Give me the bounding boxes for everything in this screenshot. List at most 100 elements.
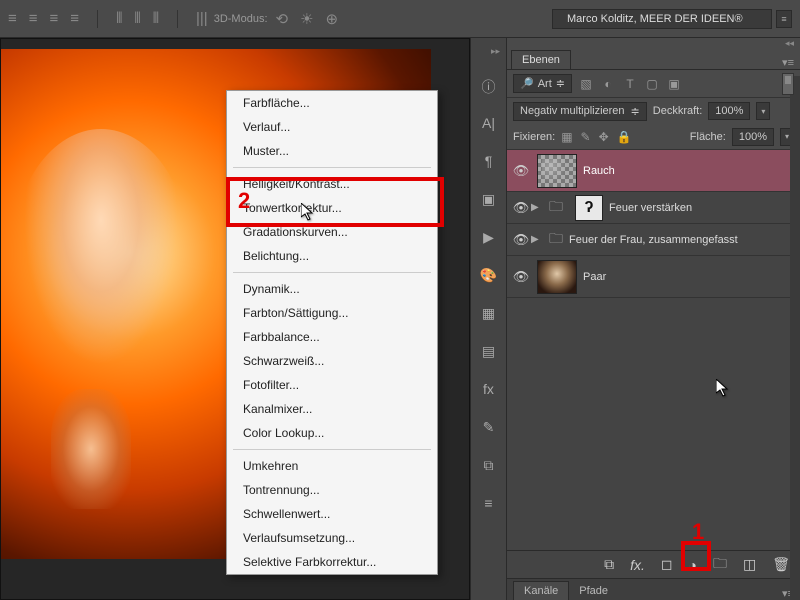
panel-collapse-icon[interactable]: ◂◂ <box>507 38 800 50</box>
lock-label: Fixieren: <box>513 131 555 143</box>
paragraph-icon[interactable]: ¶ <box>480 153 498 171</box>
opacity-field[interactable]: 100% <box>708 102 750 120</box>
menu-item-verlaufsumsetzung[interactable]: Verlaufsumsetzung... <box>227 526 437 550</box>
layer-row-paar[interactable]: 👁 Paar <box>507 256 800 298</box>
layer-row-rauch[interactable]: 👁 Rauch <box>507 150 800 192</box>
panel-menu-icon[interactable]: ▾≡ <box>782 56 800 69</box>
new-layer-icon[interactable]: ◫ <box>743 556 756 573</box>
menu-item-schwellenwert[interactable]: Schwellenwert... <box>227 502 437 526</box>
tab-paths[interactable]: Pfade <box>569 582 618 600</box>
styles-icon[interactable]: fx <box>480 381 498 399</box>
menu-item-umkehren[interactable]: Umkehren <box>227 454 437 478</box>
visibility-eye-icon[interactable]: 👁 <box>511 232 531 248</box>
menu-item-selektive-farbe[interactable]: Selektive Farbkorrektur... <box>227 550 437 574</box>
distribute-icon[interactable]: ⫴ <box>116 10 122 28</box>
fill-label: Fläche: <box>690 131 726 143</box>
filter-shape-icon[interactable]: ▢ <box>644 77 660 91</box>
menu-item-farbbalance[interactable]: Farbbalance... <box>227 325 437 349</box>
visibility-eye-icon[interactable]: 👁 <box>511 163 531 179</box>
align-icon[interactable]: ≡ <box>29 10 38 28</box>
opacity-label: Deckkraft: <box>653 105 703 117</box>
layer-group-feuer-frau[interactable]: 👁 ▶ 🗀 Feuer der Frau, zusammengefasst <box>507 224 800 256</box>
disclosure-triangle-icon[interactable]: ▶ <box>531 202 543 213</box>
lock-transparency-icon[interactable]: ▦ <box>561 130 572 144</box>
layer-group-feuer-verstaerken[interactable]: 👁 ▶ 🗀 ʔ Feuer verstärken <box>507 192 800 224</box>
filter-kind-select[interactable]: 🔎Art≑ <box>513 74 572 93</box>
play-icon[interactable]: ▶ <box>480 229 498 247</box>
layer-thumbnail[interactable] <box>537 260 577 294</box>
fx-icon[interactable]: fx. <box>630 557 645 573</box>
menu-item-fotofilter[interactable]: Fotofilter... <box>227 373 437 397</box>
layers-comp-icon[interactable]: ▣ <box>480 191 498 209</box>
lock-position-icon[interactable]: ✥ <box>599 130 609 144</box>
visibility-eye-icon[interactable]: 👁 <box>511 269 531 285</box>
adjustment-layer-icon[interactable]: ◑ <box>689 557 697 573</box>
layer-name: Rauch <box>583 165 796 177</box>
disclosure-triangle-icon[interactable]: ▶ <box>531 234 543 245</box>
align-icon[interactable]: ≡ <box>50 10 59 28</box>
distribute-icon[interactable]: ⫴ <box>134 10 140 28</box>
blend-mode-value: Negativ multiplizieren <box>520 105 625 117</box>
fill-field[interactable]: 100% <box>732 128 774 146</box>
trash-icon[interactable]: 🗑 <box>772 556 790 573</box>
workspace-name[interactable]: Marco Kolditz, MEER DER IDEEN® <box>552 9 772 29</box>
annotation-number-2: 2 <box>238 188 250 214</box>
menu-item-schwarzweiss[interactable]: Schwarzweiß... <box>227 349 437 373</box>
filter-toggle-switch[interactable] <box>782 73 794 95</box>
vertical-scrollbar[interactable] <box>790 76 800 600</box>
layer-mask-thumbnail[interactable]: ʔ <box>575 195 603 221</box>
link-layers-icon[interactable]: ⧉ <box>604 556 614 573</box>
filter-adjustment-icon[interactable]: ◐ <box>600 77 616 91</box>
mask-icon[interactable]: ◻ <box>661 556 673 573</box>
menu-item-verlauf[interactable]: Verlauf... <box>227 115 437 139</box>
tab-layers[interactable]: Ebenen <box>511 50 571 69</box>
brush-icon[interactable]: ✎ <box>480 419 498 437</box>
orbit-icon[interactable]: ⟲ <box>276 10 289 28</box>
swatches-icon[interactable]: ▦ <box>480 305 498 323</box>
alignment-tools: ≡ ≡ ≡ ≡ ⫴ ⫴ ⫴ ||| <box>8 10 208 28</box>
new-group-icon[interactable]: 🗀 <box>713 553 727 577</box>
menu-item-muster[interactable]: Muster... <box>227 139 437 163</box>
timeline-icon[interactable]: ≡ <box>480 495 498 513</box>
brush-settings-icon[interactable]: ⧉ <box>480 457 498 475</box>
globe-icon[interactable]: ⊕ <box>326 10 339 28</box>
menu-item-belichtung[interactable]: Belichtung... <box>227 244 437 268</box>
menu-item-dynamik[interactable]: Dynamik... <box>227 277 437 301</box>
adjustments-icon[interactable]: ▤ <box>480 343 498 361</box>
filter-kind-value: Art <box>538 78 552 90</box>
workspace-dropdown-icon[interactable]: ≡ <box>776 10 792 28</box>
light-icon[interactable]: ☀ <box>300 10 313 28</box>
menu-item-kanalmixer[interactable]: Kanalmixer... <box>227 397 437 421</box>
menu-item-gradation[interactable]: Gradationskurven... <box>227 220 437 244</box>
distribute-icon[interactable]: ⫴ <box>153 10 159 28</box>
menu-item-tontrennung[interactable]: Tontrennung... <box>227 478 437 502</box>
menu-item-farbflaeche[interactable]: Farbfläche... <box>227 91 437 115</box>
layer-thumbnail[interactable] <box>537 154 577 188</box>
info-icon[interactable]: ⓘ <box>480 77 498 95</box>
lock-brush-icon[interactable]: ✎ <box>581 130 591 144</box>
filter-pixel-icon[interactable]: ▧ <box>578 77 594 91</box>
menu-item-farbton[interactable]: Farbton/Sättigung... <box>227 301 437 325</box>
tab-channels[interactable]: Kanäle <box>513 581 569 600</box>
layer-name: Paar <box>583 271 796 283</box>
opacity-dropdown-icon[interactable]: ▾ <box>756 102 770 120</box>
folder-icon: 🗀 <box>549 196 563 220</box>
align-icon[interactable]: ≡ <box>8 10 17 28</box>
lock-all-icon[interactable]: 🔒 <box>617 130 632 144</box>
annotation-number-1: 1 <box>692 519 704 545</box>
filter-smart-icon[interactable]: ▣ <box>666 77 682 91</box>
align-icon[interactable]: ≡ <box>70 10 79 28</box>
menu-item-color-lookup[interactable]: Color Lookup... <box>227 421 437 445</box>
layer-name: Feuer der Frau, zusammengefasst <box>569 234 796 246</box>
visibility-eye-icon[interactable]: 👁 <box>511 200 531 216</box>
menu-item-tonwert[interactable]: Tonwertkorrektur... <box>227 196 437 220</box>
character-icon[interactable]: A| <box>480 115 498 133</box>
color-wheel-icon[interactable]: 🎨 <box>480 267 498 285</box>
blend-mode-select[interactable]: Negativ multiplizieren≑ <box>513 102 647 121</box>
menu-item-helligkeit[interactable]: Helligkeit/Kontrast... <box>227 172 437 196</box>
top-options-bar: ≡ ≡ ≡ ≡ ⫴ ⫴ ⫴ ||| 3D-Modus: ⟲ ☀ ⊕ Marco … <box>0 0 800 38</box>
layers-list: 👁 Rauch 👁 ▶ 🗀 ʔ Feuer verstärken 👁 ▶ 🗀 F… <box>507 150 800 550</box>
distribute-icon[interactable]: ||| <box>196 10 208 28</box>
collapse-icon[interactable]: ▸▸ <box>491 46 506 57</box>
filter-type-icon[interactable]: T <box>622 77 638 91</box>
